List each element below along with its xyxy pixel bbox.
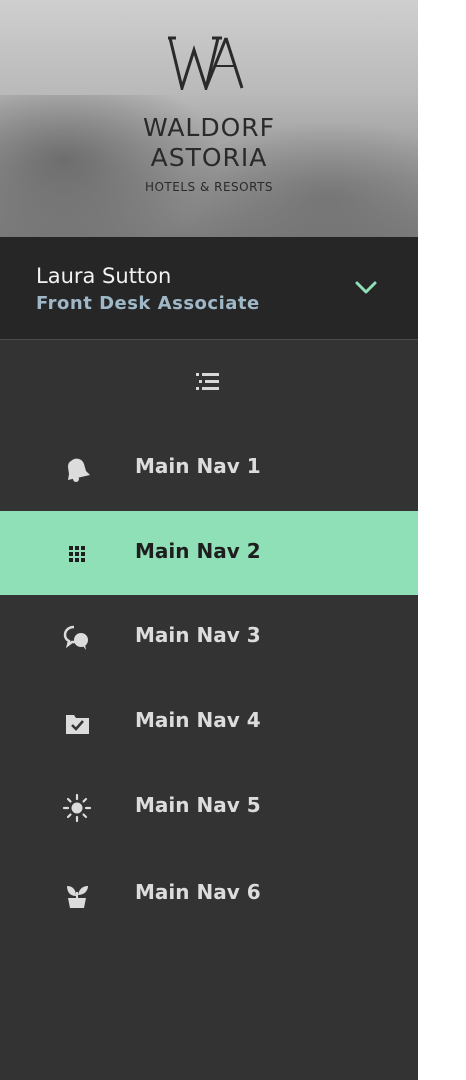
- nav-label: Main Nav 3: [135, 623, 261, 647]
- sidebar: WALDORF ASTORIA HOTELS & RESORTS Laura S…: [0, 0, 418, 1080]
- user-name: Laura Sutton: [36, 264, 172, 288]
- nav-item-main-nav-5[interactable]: Main Nav 5: [0, 765, 418, 849]
- nav-item-main-nav-6[interactable]: Main Nav 6: [0, 852, 418, 936]
- nav-label: Main Nav 2: [135, 539, 261, 563]
- plant-icon: [67, 886, 88, 908]
- waldorf-astoria-logo: [168, 36, 244, 90]
- chat-bubbles-icon: [63, 625, 88, 650]
- user-role: Front Desk Associate: [36, 293, 260, 314]
- nav-item-main-nav-2[interactable]: Main Nav 2: [0, 511, 418, 595]
- nav-label: Main Nav 6: [135, 880, 261, 904]
- sun-icon: [62, 793, 92, 823]
- brand-name-line2: ASTORIA: [150, 143, 268, 172]
- nav-item-main-nav-3[interactable]: Main Nav 3: [0, 595, 418, 679]
- nav-label: Main Nav 4: [135, 708, 261, 732]
- brand-header: WALDORF ASTORIA HOTELS & RESORTS: [0, 0, 418, 237]
- nav-item-main-nav-1[interactable]: Main Nav 1: [0, 426, 418, 510]
- nav-item-main-nav-4[interactable]: Main Nav 4: [0, 680, 418, 764]
- nav-label: Main Nav 5: [135, 793, 261, 817]
- brand-tagline: HOTELS & RESORTS: [144, 180, 274, 194]
- brand-name-line1: WALDORF: [142, 113, 276, 142]
- user-profile-toggle[interactable]: Laura Sutton Front Desk Associate: [0, 237, 418, 340]
- folder-check-icon: [66, 715, 89, 734]
- chevron-down-icon[interactable]: [352, 275, 380, 299]
- bell-icon: [68, 458, 90, 482]
- grid-icon: [69, 546, 85, 562]
- nav-label: Main Nav 1: [135, 454, 261, 478]
- menu-list-icon[interactable]: [193, 369, 223, 395]
